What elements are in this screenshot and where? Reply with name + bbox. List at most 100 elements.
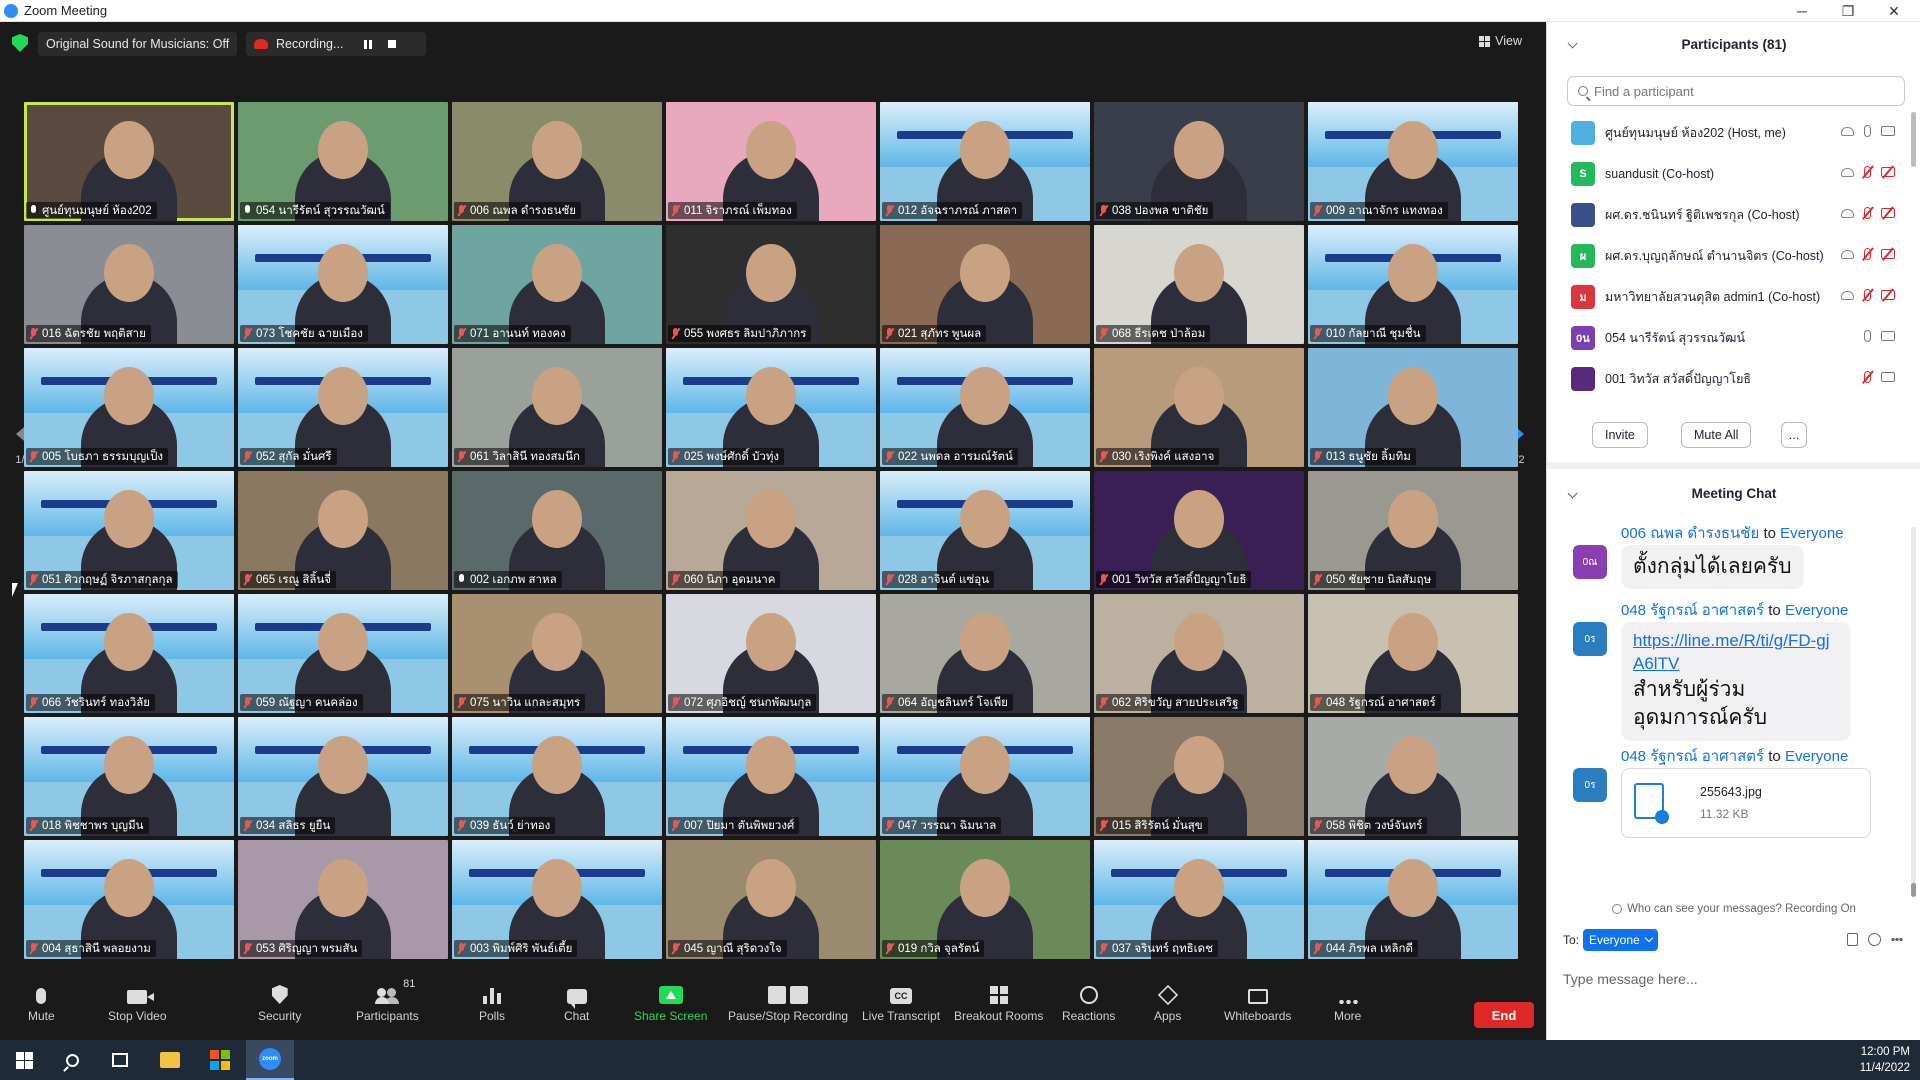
camera-off-icon[interactable] [1881, 290, 1895, 300]
chat-sender[interactable]: 006 ณพล ดำรงธนชัย [1621, 525, 1759, 542]
mic-muted-icon[interactable] [1864, 289, 1871, 301]
video-tile[interactable]: 039 ธันว์ ย่าทอง [452, 717, 662, 836]
video-tile[interactable]: 001 วิทวัส สวัสดิ์ปัญญาโยธิ [1094, 471, 1304, 590]
original-sound-toggle[interactable]: Original Sound for Musicians: Off [38, 32, 238, 56]
video-tile[interactable]: 062 ศิริขวัญ สายประเสริฐ [1094, 594, 1304, 713]
video-tile[interactable]: 047 วรรณา ฉิมนาล [880, 717, 1090, 836]
microphone-icon[interactable] [1864, 330, 1871, 342]
video-tile[interactable]: 052 สุกัล มั่นศรี [238, 348, 448, 467]
participant-row[interactable]: ผ ผศ.ดร.บุญฤลักษณ์ ตำนานจิตร (Co-host) [1547, 235, 1920, 276]
more-button[interactable]: More [1334, 978, 1361, 1030]
video-tile[interactable]: 005 โบธภา ธรรมบุญเป็ง [24, 348, 234, 467]
participant-row[interactable]: Ssuandusit (Co-host) [1547, 153, 1920, 194]
whiteboards-button[interactable]: Whiteboards [1224, 978, 1291, 1030]
camera-off-icon[interactable] [1881, 208, 1895, 218]
chat-message-input[interactable] [1563, 964, 1903, 994]
chat-sender[interactable]: 048 รัฐกรณ์ อาศาสตร์ [1621, 748, 1764, 765]
maximize-button[interactable]: ❐ [1826, 0, 1870, 22]
breakout-rooms-button[interactable]: Breakout Rooms [954, 978, 1043, 1030]
video-tile[interactable]: 038 ปองพล ขาติชัย [1094, 102, 1304, 221]
start-button[interactable] [0, 1040, 48, 1080]
zoom-taskbar-button[interactable]: zoom [246, 1040, 294, 1080]
pause-recording-button[interactable] [361, 37, 375, 51]
video-tile[interactable]: 028 อาจินต์ แซ่อุน [880, 471, 1090, 590]
video-tile[interactable]: 012 อัจฉราภรณ์ ภาสดา [880, 102, 1090, 221]
emoji-icon[interactable] [1868, 933, 1881, 946]
video-tile[interactable]: 066 วัชรินทร์ ทองวิลัย [24, 594, 234, 713]
video-tile[interactable]: 061 วิลาสินี ทองสมนึก [452, 348, 662, 467]
participant-row[interactable]: ศูนย์ทุนมนุษย์ ห้อง202 (Host, me) [1547, 112, 1920, 153]
task-view-button[interactable] [96, 1040, 144, 1080]
participants-more-button[interactable]: ... [1781, 422, 1807, 448]
share-screen-button[interactable]: Share Screen [634, 978, 707, 1030]
stop-recording-button[interactable] [385, 37, 399, 51]
video-tile[interactable]: 048 รัฐกรณ์ อาศาสตร์ [1308, 594, 1518, 713]
recipient-select[interactable]: Everyone [1583, 929, 1658, 951]
video-tile[interactable]: 022 นพดล อารมณ์รัตน์ [880, 348, 1090, 467]
minimize-button[interactable]: ─ [1780, 0, 1824, 22]
video-tile[interactable]: 006 ณพล ดำรงธนชัย [452, 102, 662, 221]
polls-button[interactable]: Polls [479, 978, 505, 1030]
video-tile[interactable]: 059 ณัฐญา คนคล่อง [238, 594, 448, 713]
view-button[interactable]: View [1479, 34, 1522, 48]
file-attachment[interactable]: 255643.jpg 11.32 KB [1621, 768, 1871, 838]
video-tile[interactable]: 058 พิชิต วงษ์จันทร์ [1308, 717, 1518, 836]
file-explorer-button[interactable] [146, 1040, 194, 1080]
video-tile[interactable]: 051 ศิวกฤษฏ์ จิรภาสกุลกุล [24, 471, 234, 590]
video-tile[interactable]: 025 พงษ์ศักดิ์ บัวทุ่ง [666, 348, 876, 467]
video-tile[interactable]: 064 อัญชลินทร์ โจเพีย [880, 594, 1090, 713]
video-tile[interactable]: 037 จรินทร์ ฤทธิเดช [1094, 840, 1304, 959]
end-meeting-button[interactable]: End [1474, 1002, 1534, 1028]
video-tile[interactable]: 053 ศิริญญา พรมสัน [238, 840, 448, 959]
participant-row[interactable]: ม มหาวิทยาลัยสวนดุสิต admin1 (Co-host) [1547, 276, 1920, 317]
video-tile[interactable]: 002 เอกภพ สาหล [452, 471, 662, 590]
store-app-button[interactable] [196, 1040, 244, 1080]
mic-muted-icon[interactable] [1864, 248, 1871, 260]
live-transcript-button[interactable]: CC Live Transcript [862, 978, 940, 1030]
video-tile[interactable]: 073 โชคชัย ฉายเมือง [238, 225, 448, 344]
stop-video-button[interactable]: Stop Video [108, 978, 167, 1030]
video-tile[interactable]: ศูนย์ทุนมนุษย์ ห้อง202 [24, 102, 234, 221]
video-tile[interactable]: 065 เรณู สิลิ้นจี่ [238, 471, 448, 590]
microphone-icon[interactable] [1864, 125, 1871, 137]
send-file-icon[interactable] [1847, 933, 1858, 946]
video-camera-icon[interactable] [1881, 331, 1895, 341]
chat-sender[interactable]: 048 รัฐกรณ์ อาศาสตร์ [1621, 602, 1764, 619]
video-tile[interactable]: 030 เริงพิงค์ แสงอาจ [1094, 348, 1304, 467]
invite-button[interactable]: Invite [1592, 422, 1648, 448]
participant-row[interactable]: 0น 054 นารีรัตน์ สุวรรณวัฒน์ [1547, 317, 1920, 358]
mute-all-button[interactable]: Mute All [1681, 422, 1752, 448]
mute-button[interactable]: Mute [28, 978, 55, 1030]
video-tile[interactable]: 060 นิภา อุดมนาค [666, 471, 876, 590]
taskbar-search-button[interactable] [48, 1040, 96, 1080]
chat-scrollbar[interactable] [1911, 527, 1916, 897]
video-tile[interactable]: 016 ฉัตรชัย พฤติสาย [24, 225, 234, 344]
mic-muted-icon[interactable] [1864, 166, 1871, 178]
video-tile[interactable]: 068 ธีรเดช ป่าล้อม [1094, 225, 1304, 344]
video-tile[interactable]: 007 ปิยมา ตันพิพยวงศ์ [666, 717, 876, 836]
video-tile[interactable]: 075 นาวิน แกละสมุทร [452, 594, 662, 713]
encryption-shield-icon[interactable] [12, 34, 28, 52]
video-tile[interactable]: 018 พิชชาพร บุญมีน [24, 717, 234, 836]
apps-button[interactable]: Apps [1154, 978, 1181, 1030]
video-tile[interactable]: 050 ชัยชาย นิลสัมฤษ [1308, 471, 1518, 590]
participant-row[interactable]: 001 วิทวัส สวัสดิ์ปัญญาโยธิ [1547, 358, 1920, 399]
video-tile[interactable]: 004 สุธาสินี พลอยงาม [24, 840, 234, 959]
camera-off-icon[interactable] [1881, 249, 1895, 259]
video-camera-icon[interactable] [1881, 372, 1895, 382]
video-tile[interactable]: 071 อานนท์ ทองคง [452, 225, 662, 344]
chat-link[interactable]: https://line.me/R/ti/g/FD-gjA6lTV [1633, 630, 1839, 676]
participants-scrollbar[interactable] [1911, 112, 1916, 167]
video-tile[interactable]: 013 ธนูชัย ลิ้มทิม [1308, 348, 1518, 467]
video-tile[interactable]: 054 นารีรัตน์ สุวรรณวัฒน์ [238, 102, 448, 221]
video-tile[interactable]: 072 ศุภอิชญ์ ชนกพัฒนกุล [666, 594, 876, 713]
close-button[interactable]: ✕ [1872, 0, 1916, 22]
video-camera-icon[interactable] [1881, 126, 1895, 136]
video-tile[interactable]: 010 กัลยาณี ชุมชื่น [1308, 225, 1518, 344]
video-tile[interactable]: 019 กวิล จุลรัตน์ [880, 840, 1090, 959]
video-tile[interactable]: 044 ภิรพล เหลิกดี [1308, 840, 1518, 959]
system-clock[interactable]: 12:00 PM 11/4/2022 [1860, 1044, 1910, 1076]
chat-button[interactable]: Chat [564, 978, 589, 1030]
participants-button[interactable]: 81 Participants [356, 978, 419, 1030]
video-tile[interactable]: 021 สุภัทร พูนผล [880, 225, 1090, 344]
